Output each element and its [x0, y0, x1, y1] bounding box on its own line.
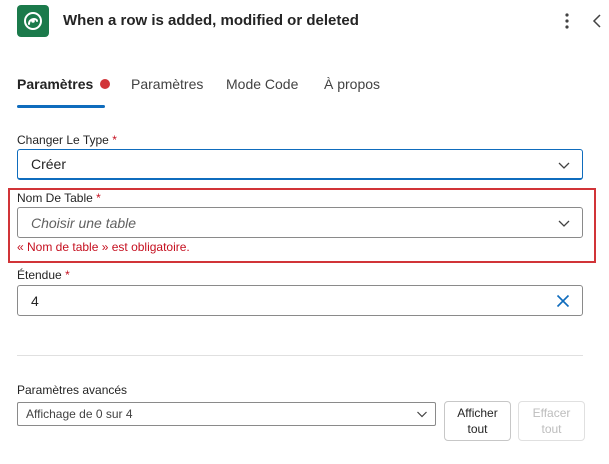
advanced-parameters-dropdown[interactable]: Affichage de 0 sur 4 — [17, 402, 436, 426]
change-type-value: Créer — [31, 156, 67, 172]
trigger-title: When a row is added, modified or deleted — [63, 12, 359, 29]
divider — [17, 355, 583, 356]
scope-label: Étendue * — [17, 268, 70, 282]
tab-parameters[interactable]: Paramètres — [17, 76, 111, 92]
table-name-placeholder: Choisir une table — [31, 214, 137, 231]
error-dot-icon — [100, 79, 111, 89]
advanced-select-value: Affichage de 0 sur 4 — [26, 407, 133, 421]
chevron-down-icon — [558, 220, 570, 227]
dataverse-icon — [17, 5, 49, 37]
tab-code-mode[interactable]: Mode Code — [226, 76, 298, 92]
change-type-label: Changer Le Type * — [17, 133, 117, 147]
more-options-icon[interactable] — [560, 10, 574, 32]
table-name-label: Nom De Table * — [17, 191, 101, 205]
clear-all-button[interactable]: Effacer tout — [518, 401, 585, 441]
clear-icon[interactable] — [555, 293, 571, 309]
collapse-panel-icon[interactable] — [589, 10, 605, 32]
tab-about[interactable]: À propos — [324, 76, 380, 92]
chevron-down-icon — [417, 411, 427, 418]
active-tab-indicator — [17, 105, 105, 108]
table-name-dropdown[interactable]: Choisir une table — [17, 207, 583, 238]
chevron-down-icon — [558, 162, 570, 169]
scope-dropdown[interactable]: 4 — [17, 285, 583, 316]
change-type-dropdown[interactable]: Créer — [17, 149, 583, 180]
scope-value: 4 — [31, 292, 39, 309]
tab-parameters-2[interactable]: Paramètres — [131, 76, 203, 92]
table-name-error: « Nom de table » est obligatoire. — [17, 240, 190, 254]
header: When a row is added, modified or deleted — [0, 0, 609, 42]
show-all-button[interactable]: Afficher tout — [444, 401, 511, 441]
tab-label: Paramètres — [17, 76, 94, 92]
advanced-parameters-label: Paramètres avancés — [17, 383, 128, 397]
